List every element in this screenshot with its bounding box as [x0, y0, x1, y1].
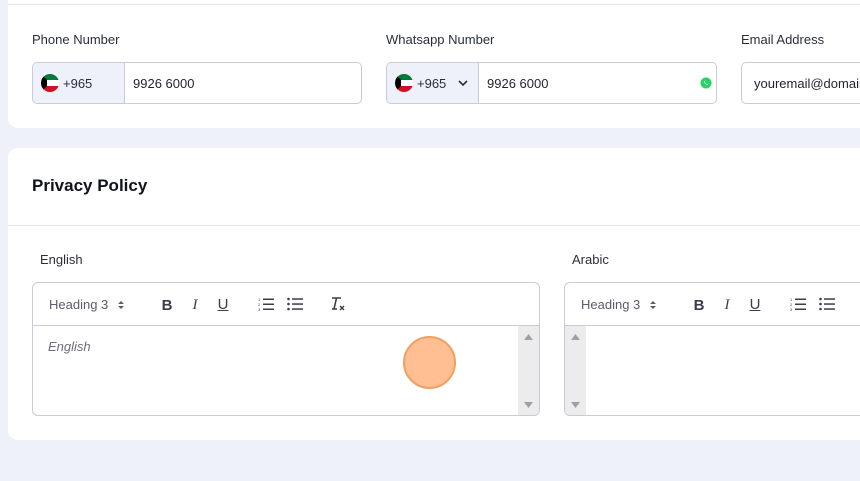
scrollbar[interactable]	[518, 326, 539, 415]
phone-input[interactable]: 9926 6000	[125, 63, 361, 103]
bold-icon[interactable]: B	[692, 297, 706, 314]
arabic-editor: Heading 3 B I U 1 2 3	[564, 282, 860, 416]
divider	[8, 4, 860, 5]
svg-text:3: 3	[258, 307, 261, 311]
divider	[8, 225, 860, 226]
whatsapp-label: Whatsapp Number	[386, 32, 495, 47]
phone-label: Phone Number	[32, 32, 120, 47]
ordered-list-icon[interactable]: 1 2 3	[790, 297, 806, 311]
kuwait-flag-icon	[395, 74, 413, 92]
scroll-arrows-icon	[524, 334, 533, 408]
email-input[interactable]: youremail@domain	[742, 63, 860, 103]
heading-select-value: Heading 3	[49, 297, 109, 312]
privacy-policy-card: Privacy Policy English Arabic Heading 3 …	[8, 148, 860, 440]
bold-icon[interactable]: B	[160, 297, 174, 314]
arabic-label: Arabic	[572, 252, 609, 267]
phone-country-code: +965	[63, 75, 93, 91]
sort-arrows-icon	[118, 300, 125, 309]
english-placeholder: English	[48, 339, 91, 354]
underline-icon[interactable]: U	[748, 296, 762, 313]
email-field[interactable]: youremail@domain	[741, 62, 860, 104]
kuwait-flag-icon	[41, 74, 59, 92]
whatsapp-country-code: +965	[417, 75, 447, 91]
scrollbar[interactable]	[565, 326, 586, 415]
editor-toolbar: Heading 3 B I U 1 2 3	[33, 283, 539, 326]
phone-country-select[interactable]: +965	[33, 63, 125, 103]
english-editor-body[interactable]: English	[33, 326, 539, 415]
english-label: English	[40, 252, 83, 267]
scroll-arrows-icon	[571, 334, 580, 408]
italic-icon[interactable]: I	[720, 297, 734, 313]
whatsapp-icon	[700, 77, 712, 89]
section-title: Privacy Policy	[32, 176, 148, 195]
email-label: Email Address	[741, 32, 825, 47]
contact-card: Phone Number +965 9926 6000 Whatsapp Num…	[8, 0, 860, 128]
chevron-down-icon	[458, 80, 468, 87]
heading-select-value: Heading 3	[581, 297, 641, 312]
whatsapp-field: +965 9926 6000	[386, 62, 717, 104]
heading-select[interactable]: Heading 3	[49, 297, 126, 312]
click-indicator	[403, 336, 456, 389]
clear-format-icon[interactable]	[330, 296, 346, 312]
sort-arrows-icon	[650, 300, 657, 309]
whatsapp-input[interactable]: 9926 6000	[479, 63, 700, 103]
italic-icon[interactable]: I	[188, 297, 202, 313]
svg-text:3: 3	[790, 307, 793, 311]
underline-icon[interactable]: U	[216, 296, 230, 313]
whatsapp-country-select[interactable]: +965	[387, 63, 479, 103]
heading-select[interactable]: Heading 3	[581, 297, 658, 312]
bullet-list-icon[interactable]	[819, 297, 835, 311]
bullet-list-icon[interactable]	[287, 297, 303, 311]
editor-toolbar: Heading 3 B I U 1 2 3	[565, 283, 860, 326]
phone-field: +965 9926 6000	[32, 62, 362, 104]
ordered-list-icon[interactable]: 1 2 3	[258, 297, 274, 311]
arabic-editor-body[interactable]	[565, 326, 860, 415]
english-editor: Heading 3 B I U 1 2 3 English	[32, 282, 540, 416]
